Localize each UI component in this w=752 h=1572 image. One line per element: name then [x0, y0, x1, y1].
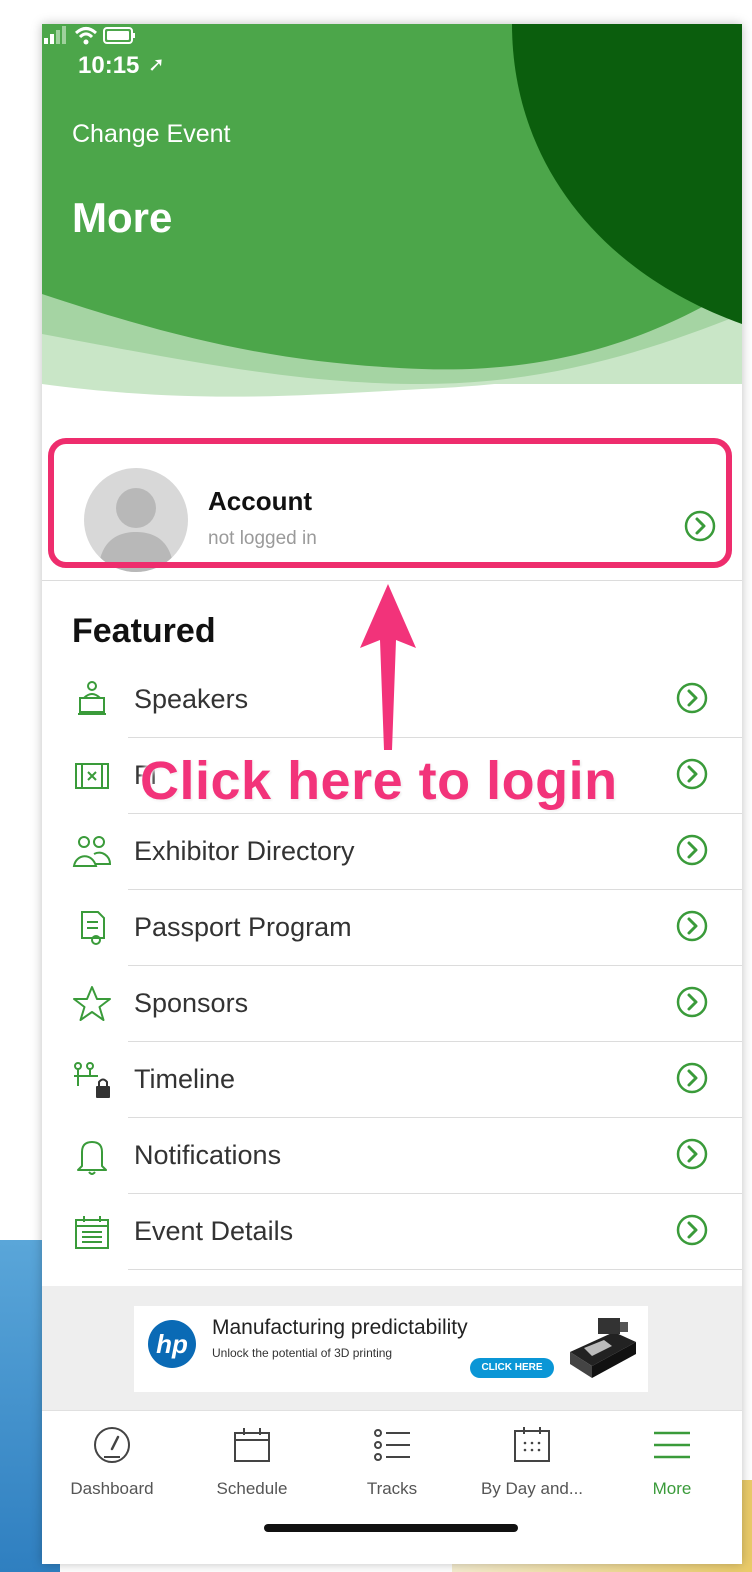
ad-banner[interactable]: hp Manufacturing predictability Unlock t…: [134, 1306, 648, 1392]
chevron-right-icon: [676, 834, 708, 866]
menu-icon: [654, 1431, 690, 1459]
menu-item-notifications[interactable]: Notifications: [42, 1118, 742, 1194]
bell-icon: [77, 1141, 107, 1175]
chevron-right-icon: [676, 1138, 708, 1170]
status-icons: [44, 26, 135, 45]
battery-icon: [103, 27, 135, 44]
annotation-arrow-up-icon: [360, 584, 416, 750]
menu-item-passport-program[interactable]: Passport Program: [42, 890, 742, 966]
gauge-icon: [94, 1427, 130, 1463]
featured-heading: Featured: [72, 612, 216, 650]
star-icon: [73, 986, 111, 1021]
ad-title: Manufacturing predictability: [212, 1316, 468, 1339]
home-indicator[interactable]: [264, 1524, 518, 1532]
header: 10:15 ➚ Change Event More: [42, 24, 742, 414]
chevron-right-icon: [676, 682, 708, 714]
tab-dashboard[interactable]: Dashboard: [42, 1411, 182, 1511]
chevron-right-icon: [676, 986, 708, 1018]
timeline-lock-icon: [74, 1062, 110, 1098]
signal-icon: [44, 26, 66, 44]
tab-schedule[interactable]: Schedule: [182, 1411, 322, 1511]
3d-printer-icon: [570, 1318, 636, 1378]
wifi-icon: [74, 27, 98, 45]
status-time: 10:15: [78, 52, 140, 79]
tab-by-day[interactable]: By Day and...: [462, 1411, 602, 1511]
chevron-right-icon: [676, 1214, 708, 1246]
calendar-grid-icon: [514, 1427, 550, 1462]
calendar-details-icon: [75, 1216, 109, 1249]
list-icon: [374, 1429, 410, 1461]
login-highlight-box: [48, 438, 732, 568]
tab-tracks[interactable]: Tracks: [322, 1411, 462, 1511]
menu-item-exhibitor-directory[interactable]: Exhibitor Directory: [42, 814, 742, 890]
tab-label: Schedule: [216, 1479, 288, 1498]
floor-map-icon: [75, 763, 109, 789]
phone-screen: 10:15 ➚ Change Event More Account not lo…: [42, 24, 742, 1564]
menu-item-label: Sponsors: [134, 988, 249, 1018]
change-event-link[interactable]: Change Event: [72, 120, 230, 149]
passport-certificate-icon: [81, 911, 105, 945]
tab-label: By Day and...: [480, 1479, 584, 1498]
ad-click-button[interactable]: CLICK HERE: [470, 1358, 554, 1378]
tab-label: More: [652, 1479, 692, 1498]
menu-item-label: Notifications: [134, 1140, 282, 1170]
divider: [42, 580, 742, 581]
menu-item-sponsors[interactable]: Sponsors: [42, 966, 742, 1042]
calendar-icon: [234, 1428, 270, 1462]
chevron-right-icon: [676, 1062, 708, 1094]
status-bar: 10:15 ➚: [42, 24, 742, 94]
ad-strip: hp Manufacturing predictability Unlock t…: [42, 1286, 742, 1410]
speaker-podium-icon: [78, 681, 106, 715]
menu-item-timeline[interactable]: Timeline: [42, 1042, 742, 1118]
menu-item-label: Speakers: [134, 684, 249, 714]
hp-logo: hp: [148, 1320, 196, 1368]
tab-label: Dashboard: [70, 1479, 154, 1498]
chevron-right-icon: [676, 758, 708, 790]
people-icon: [72, 836, 112, 867]
location-arrow-icon: ➚: [148, 54, 165, 76]
tab-bar: Dashboard Schedule Tracks By Day and... …: [42, 1410, 742, 1564]
tab-label: Tracks: [366, 1479, 418, 1498]
menu-item-label: Event Details: [134, 1216, 294, 1246]
menu-item-label: Exhibitor Directory: [134, 836, 355, 866]
tab-more[interactable]: More: [602, 1411, 742, 1511]
chevron-right-icon: [676, 910, 708, 942]
menu-item-label: Passport Program: [134, 912, 352, 942]
menu-item-label: Timeline: [134, 1064, 236, 1094]
menu-item-event-details[interactable]: Event Details: [42, 1194, 742, 1270]
annotation-text: Click here to login: [140, 751, 618, 811]
row-divider: [128, 1269, 742, 1270]
page-title: More: [72, 194, 173, 241]
ad-subtitle: Unlock the potential of 3D printing: [212, 1346, 393, 1360]
